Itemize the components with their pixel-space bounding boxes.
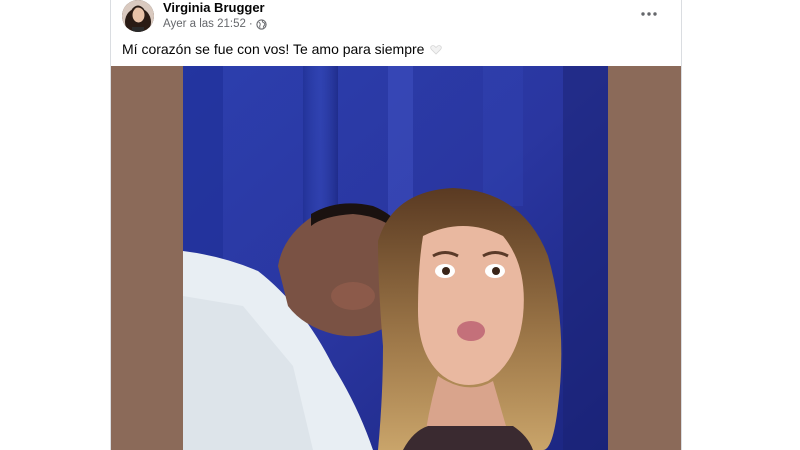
post-photo[interactable] xyxy=(183,66,608,450)
more-options-icon xyxy=(641,12,657,16)
post-photo-container[interactable] xyxy=(111,66,681,450)
post-card: Virginia Brugger Ayer a las 21:52 · Mí c… xyxy=(110,0,682,450)
post-message: Mí corazón se fue con vos! Te amo para s… xyxy=(122,41,425,57)
author-name[interactable]: Virginia Brugger xyxy=(163,0,265,15)
more-options-button[interactable] xyxy=(635,4,663,24)
post-meta: Ayer a las 21:52 · xyxy=(163,17,267,31)
white-heart-icon xyxy=(430,41,443,55)
post-text: Mí corazón se fue con vos! Te amo para s… xyxy=(111,40,681,58)
author-avatar[interactable] xyxy=(122,0,154,32)
post-header: Virginia Brugger Ayer a las 21:52 · xyxy=(111,0,681,38)
post-timestamp[interactable]: Ayer a las 21:52 xyxy=(163,18,246,30)
globe-icon[interactable] xyxy=(256,18,267,30)
